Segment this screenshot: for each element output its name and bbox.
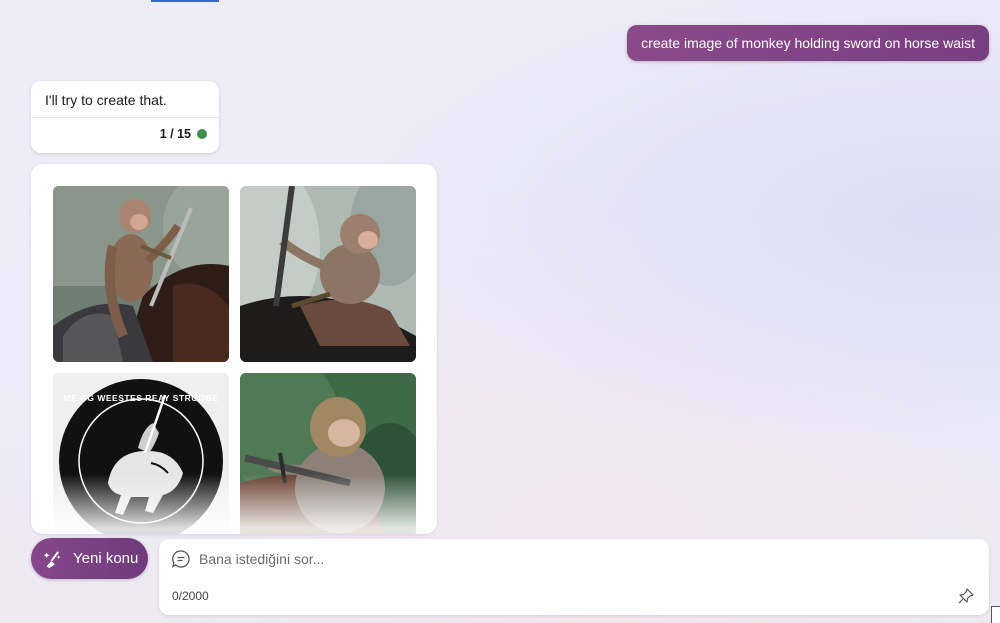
generated-image-3[interactable]: ME GG WEESTES REAY STROOBE [53, 373, 229, 534]
broom-sparkle-icon [43, 551, 61, 568]
generated-images-card: ME GG WEESTES REAY STROOBE [31, 164, 437, 534]
new-topic-label: Yeni konu [73, 550, 139, 567]
generated-image-1[interactable] [53, 186, 229, 362]
bot-message-bubble: I'll try to create that. 1 / 15 [31, 81, 219, 153]
badge-text: ME GG WEESTES REAY STROOBE [63, 393, 219, 403]
generated-image-2[interactable] [240, 186, 416, 362]
bot-message-text: I'll try to create that. [31, 81, 219, 118]
user-message-text: create image of monkey holding sword on … [641, 35, 975, 51]
chat-composer: 0/2000 [159, 539, 989, 615]
chat-input[interactable] [199, 548, 899, 570]
generated-image-4[interactable] [240, 373, 416, 534]
turn-counter: 1 / 15 [159, 127, 191, 141]
chat-bubble-icon [171, 550, 190, 568]
top-accent-line [151, 0, 219, 2]
char-counter: 0/2000 [172, 589, 209, 603]
corner-resize-handle [991, 606, 1000, 623]
pin-icon[interactable] [957, 587, 975, 605]
new-topic-button[interactable]: Yeni konu [31, 538, 148, 579]
turn-counter-row: 1 / 15 [31, 118, 219, 141]
user-message-bubble: create image of monkey holding sword on … [627, 25, 989, 61]
status-dot-icon [197, 129, 207, 139]
